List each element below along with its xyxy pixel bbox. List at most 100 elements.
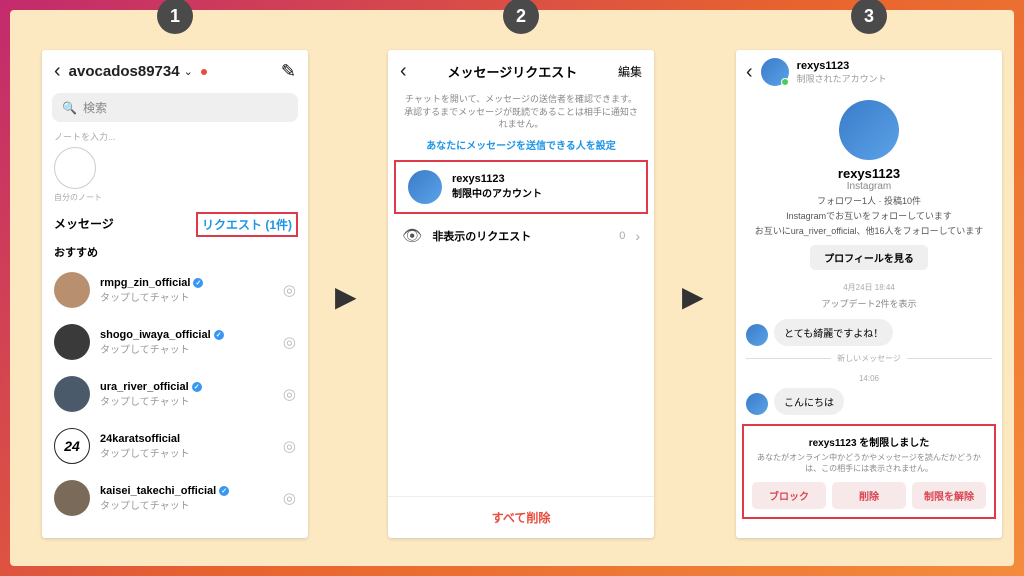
- header: ‹ rexys1123 制限されたアカウント: [736, 50, 1002, 94]
- unrestrict-button[interactable]: 制限を解除: [912, 482, 986, 509]
- contact-name: 24karatsofficial: [100, 433, 273, 445]
- request-username: rexys1123: [452, 173, 542, 185]
- restrict-description: あなたがオンライン中かどうかやメッセージを読んだかどうかは、この相手には表示され…: [752, 452, 986, 474]
- avatar: [54, 272, 90, 308]
- list-item[interactable]: shogo_iwaya_official✓タップしてチャット ◎: [54, 316, 296, 368]
- list-item[interactable]: ura_river_official✓タップしてチャット ◎: [54, 368, 296, 420]
- online-dot: [781, 78, 789, 86]
- chat-username: rexys1123: [797, 60, 887, 72]
- message-row: こんにちは: [736, 385, 1002, 418]
- profile-platform: Instagram: [746, 181, 992, 192]
- hidden-requests-row[interactable]: 👁 非表示のリクエスト 0 ›: [388, 216, 654, 256]
- verified-icon: ✓: [193, 278, 203, 288]
- avatar: [408, 170, 442, 204]
- profile-username: rexys1123: [746, 166, 992, 181]
- view-profile-button[interactable]: プロフィールを見る: [810, 245, 928, 270]
- contact-name: shogo_iwaya_official✓: [100, 329, 273, 341]
- search-placeholder: 検索: [83, 99, 107, 116]
- header: ‹ メッセージリクエスト 編集: [388, 50, 654, 93]
- avatar[interactable]: [761, 58, 789, 86]
- notes-section: ノートを入力... 自分のノート: [42, 122, 308, 207]
- phone-chat-thread: ‹ rexys1123 制限されたアカウント rexys1123 Instagr…: [736, 50, 1002, 538]
- avatar: [746, 324, 768, 346]
- notification-dot: [201, 69, 207, 75]
- message-bubble[interactable]: とても綺麗ですよね！: [774, 319, 893, 346]
- username[interactable]: avocados89734: [69, 63, 180, 80]
- tap-hint: タップしてチャット: [100, 445, 273, 460]
- list-item[interactable]: rmpg_zin_official✓タップしてチャット ◎: [54, 264, 296, 316]
- timestamp: 14:06: [736, 368, 1002, 385]
- tutorial-container: 1 2 3 ▶ ▶ ‹ avocados89734 ⌄ ✎ 🔍 検索 ノートを入…: [10, 10, 1014, 566]
- profile-avatar[interactable]: [839, 100, 899, 160]
- messages-label: メッセージ: [54, 215, 114, 234]
- tap-hint: タップしてチャット: [100, 497, 273, 512]
- restrict-notice: rexys1123 を制限しました あなたがオンライン中かどうかやメッセージを読…: [742, 424, 996, 519]
- verified-icon: ✓: [214, 330, 224, 340]
- settings-link[interactable]: あなたにメッセージを送信できる人を設定: [388, 131, 654, 158]
- new-message-divider: 新しいメッセージ: [736, 349, 1002, 368]
- messages-header: メッセージ リクエスト (1件): [42, 207, 308, 240]
- header: ‹ avocados89734 ⌄ ✎: [42, 50, 308, 93]
- search-icon: 🔍: [62, 101, 77, 115]
- mutual-follow: Instagramでお互いをフォローしています: [746, 209, 992, 222]
- request-status: 制限中のアカウント: [452, 185, 542, 200]
- back-icon[interactable]: ‹: [400, 60, 407, 83]
- avatar: [54, 324, 90, 360]
- step-badge-2: 2: [503, 0, 539, 34]
- edit-button[interactable]: 編集: [618, 63, 642, 80]
- restrict-title: rexys1123 を制限しました: [752, 434, 986, 449]
- avatar: [54, 480, 90, 516]
- delete-all-button[interactable]: すべて削除: [388, 496, 654, 538]
- suggested-label: おすすめ: [42, 240, 308, 264]
- requests-link[interactable]: リクエスト (1件): [196, 212, 298, 237]
- request-item[interactable]: rexys1123 制限中のアカウント: [394, 160, 648, 214]
- chat-restricted-label: 制限されたアカウント: [797, 72, 887, 85]
- note-input-hint: ノートを入力...: [54, 130, 296, 143]
- self-note-avatar[interactable]: [54, 147, 96, 189]
- camera-icon[interactable]: ◎: [283, 385, 296, 403]
- contact-name: ura_river_official✓: [100, 381, 273, 393]
- block-button[interactable]: ブロック: [752, 482, 826, 509]
- suggested-list: rmpg_zin_official✓タップしてチャット◎shogo_iwaya_…: [42, 264, 308, 524]
- camera-icon[interactable]: ◎: [283, 281, 296, 299]
- back-icon[interactable]: ‹: [54, 60, 61, 83]
- page-title: メッセージリクエスト: [447, 62, 577, 81]
- camera-icon[interactable]: ◎: [283, 489, 296, 507]
- message-bubble[interactable]: こんにちは: [774, 388, 844, 415]
- profile-section: rexys1123 Instagram フォロワー1人 · 投稿10件 Inst…: [736, 94, 1002, 276]
- tap-hint: タップしてチャット: [100, 289, 273, 304]
- mutual-friends: お互いにura_river_official、他16人をフォローしています: [746, 224, 992, 237]
- chevron-down-icon[interactable]: ⌄: [184, 65, 193, 78]
- description: チャットを開いて、メッセージの送信者を確認できます。承認するまでメッセージが既読…: [388, 93, 654, 131]
- phone-dm-inbox: ‹ avocados89734 ⌄ ✎ 🔍 検索 ノートを入力... 自分のノー…: [42, 50, 308, 538]
- message-row: とても綺麗ですよね！: [736, 316, 1002, 349]
- avatar: [54, 376, 90, 412]
- compose-icon[interactable]: ✎: [281, 61, 296, 82]
- contact-name: kaisei_takechi_official✓: [100, 485, 273, 497]
- camera-icon[interactable]: ◎: [283, 333, 296, 351]
- tap-hint: タップしてチャット: [100, 341, 273, 356]
- verified-icon: ✓: [219, 486, 229, 496]
- delete-button[interactable]: 削除: [832, 482, 906, 509]
- search-input[interactable]: 🔍 検索: [52, 93, 298, 122]
- hidden-label: 非表示のリクエスト: [432, 228, 609, 244]
- camera-icon[interactable]: ◎: [283, 437, 296, 455]
- profile-stats: フォロワー1人 · 投稿10件: [746, 194, 992, 207]
- step-badge-3: 3: [851, 0, 887, 34]
- phone-message-requests: ‹ メッセージリクエスト 編集 チャットを開いて、メッセージの送信者を確認できま…: [388, 50, 654, 538]
- list-item[interactable]: kaisei_takechi_official✓タップしてチャット ◎: [54, 472, 296, 524]
- eye-slash-icon: 👁: [402, 226, 422, 246]
- self-note-label: 自分のノート: [54, 192, 296, 203]
- back-icon[interactable]: ‹: [746, 61, 753, 84]
- verified-icon: ✓: [192, 382, 202, 392]
- step-badge-1: 1: [157, 0, 193, 34]
- avatar: [746, 393, 768, 415]
- hidden-count: 0: [619, 230, 625, 242]
- arrow-right-icon: ▶: [335, 280, 357, 313]
- chevron-right-icon: ›: [635, 228, 640, 244]
- updates-link[interactable]: アップデート2件を表示: [736, 295, 1002, 316]
- avatar: 24: [54, 428, 90, 464]
- tap-hint: タップしてチャット: [100, 393, 273, 408]
- list-item[interactable]: 24 24karatsofficialタップしてチャット ◎: [54, 420, 296, 472]
- contact-name: rmpg_zin_official✓: [100, 277, 273, 289]
